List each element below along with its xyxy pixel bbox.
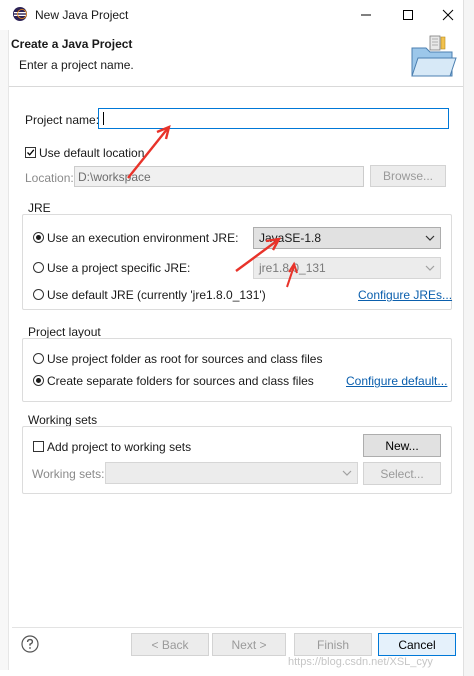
background-window-edge-left xyxy=(0,30,9,670)
background-window-edge-right xyxy=(463,0,474,676)
arrow-to-javase xyxy=(235,237,282,272)
arrow-to-jre-version xyxy=(286,261,298,288)
arrow-to-project-name xyxy=(127,124,171,179)
annotation-arrows xyxy=(127,124,298,288)
